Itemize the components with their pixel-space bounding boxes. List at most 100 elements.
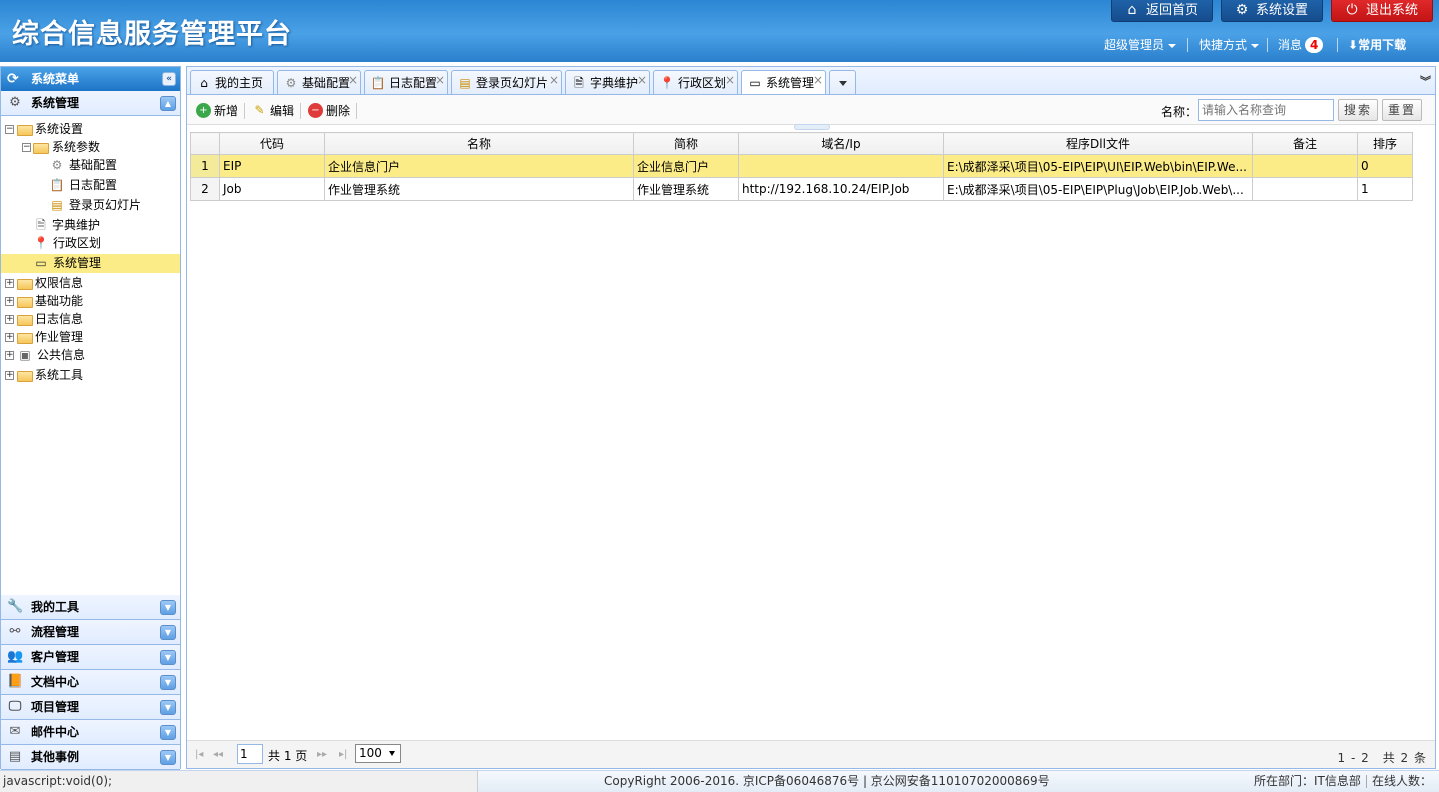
close-icon[interactable]: × xyxy=(813,68,823,92)
expand-icon[interactable]: + xyxy=(5,297,14,306)
total-pages: 共 1 页 xyxy=(268,749,308,763)
chevron-down-icon[interactable]: ▼ xyxy=(160,675,176,690)
expand-icon[interactable]: + xyxy=(5,351,14,360)
department: 所在部门：IT信息部 xyxy=(1254,774,1361,788)
search-button[interactable]: 搜索 xyxy=(1338,99,1378,121)
folder-open-icon xyxy=(17,125,33,136)
close-icon[interactable]: × xyxy=(549,68,559,92)
tree-node-login-slides[interactable]: ▤ 登录页幻灯片 xyxy=(1,196,180,215)
panel-projects[interactable]: 🖵 项目管理 ▼ xyxy=(1,695,180,720)
page-size-select[interactable]: 100 xyxy=(355,744,401,763)
panel-customers[interactable]: 👥 客户管理 ▼ xyxy=(1,645,180,670)
gear-icon: ⚙ xyxy=(285,76,297,90)
tab-basic-config[interactable]: ⚙ 基础配置 × xyxy=(277,70,361,95)
edit-button[interactable]: ✎ 编辑 xyxy=(252,102,294,120)
last-page-icon[interactable]: ▸| xyxy=(339,749,347,760)
tab-label: 我的主页 xyxy=(215,76,264,90)
cell-dll: E:\成都泽采\项目\05-EIP\EIP\UI\EIP.Web\bin\EIP… xyxy=(943,154,1253,178)
tab-list-dropdown[interactable] xyxy=(829,70,856,95)
sidebar-header: ⟳ 系统菜单 « xyxy=(1,67,180,91)
panel-my-tools[interactable]: 🔧 我的工具 ▼ xyxy=(1,595,180,620)
tab-log-config[interactable]: 📋 日志配置 × xyxy=(364,70,448,95)
column-header-order[interactable]: 排序 xyxy=(1357,132,1413,155)
table-row[interactable]: 2 Job 作业管理系统 作业管理系统 http://192.168.10.24… xyxy=(190,177,1413,201)
tree-node-public-info[interactable]: + ▣ 公共信息 xyxy=(1,346,180,365)
expand-icon[interactable]: + xyxy=(5,279,14,288)
home-icon: ⌂ xyxy=(200,76,208,90)
tree-node-job-management[interactable]: + 作业管理 xyxy=(1,328,180,347)
shortcuts-menu[interactable]: 快捷方式 xyxy=(1199,36,1260,54)
caret-down-icon xyxy=(389,751,395,756)
cell-name: 企业信息门户 xyxy=(324,154,634,178)
delete-button[interactable]: − 删除 xyxy=(308,102,350,120)
next-page-icon[interactable]: ▸▸ xyxy=(317,749,327,760)
tree-node-system-params[interactable]: − 系统参数 xyxy=(1,138,180,157)
tree-node-basic-functions[interactable]: + 基础功能 xyxy=(1,292,180,311)
collapse-icon[interactable]: − xyxy=(5,125,14,134)
tree-node-dictionary[interactable]: 🗎 字典维护 xyxy=(1,216,180,235)
panel-system-management[interactable]: ⚙ 系统管理 ▲ xyxy=(1,91,180,116)
tree-node-regions[interactable]: 📍 行政区划 xyxy=(1,234,180,253)
add-button[interactable]: + 新增 xyxy=(196,102,238,120)
tree-node-log-info[interactable]: + 日志信息 xyxy=(1,310,180,329)
collapse-sidebar-button[interactable]: « xyxy=(162,72,176,86)
search-input[interactable] xyxy=(1198,99,1334,121)
tab-regions[interactable]: 📍 行政区划 × xyxy=(653,70,738,95)
column-header-code[interactable]: 代码 xyxy=(219,132,325,155)
chevron-down-icon[interactable]: ▼ xyxy=(160,600,176,615)
tree-node-system-tools[interactable]: + 系统工具 xyxy=(1,366,180,385)
column-header-domain[interactable]: 域名/Ip xyxy=(738,132,944,155)
chevron-down-icon[interactable]: ▼ xyxy=(160,725,176,740)
chevron-up-icon[interactable]: ▲ xyxy=(160,96,176,111)
panel-other[interactable]: ▤ 其他事例 ▼ xyxy=(1,745,180,770)
messages-link[interactable]: 消息 4 xyxy=(1278,36,1324,54)
column-header-short[interactable]: 简称 xyxy=(633,132,739,155)
column-header-remark[interactable]: 备注 xyxy=(1252,132,1358,155)
prev-page-icon[interactable]: ◂◂ xyxy=(213,749,223,760)
close-icon[interactable]: × xyxy=(725,68,735,92)
expand-icon[interactable]: + xyxy=(5,333,14,342)
tree-node-system-management[interactable]: ▭ 系统管理 xyxy=(1,254,180,273)
close-icon[interactable]: × xyxy=(637,68,647,92)
chevron-down-icon[interactable]: ▼ xyxy=(160,650,176,665)
tab-login-slides[interactable]: ▤ 登录页幻灯片 × xyxy=(451,70,562,95)
close-icon[interactable]: × xyxy=(435,68,445,92)
chevron-down-icon[interactable]: ▼ xyxy=(160,700,176,715)
expand-icon[interactable]: + xyxy=(5,371,14,380)
power-icon: ⏻ xyxy=(1346,2,1358,18)
tree-node-basic-config[interactable]: ⚙ 基础配置 xyxy=(1,156,180,175)
tree-node-permissions[interactable]: + 权限信息 xyxy=(1,274,180,293)
page-number-input[interactable] xyxy=(237,744,263,764)
plus-circle-icon: + xyxy=(196,103,211,118)
tree-node-system-settings[interactable]: − 系统设置 xyxy=(1,120,180,139)
gear-icon: ⚙ xyxy=(51,158,63,172)
tab-dictionary[interactable]: 🗎 字典维护 × xyxy=(565,70,650,95)
column-header-dll[interactable]: 程序Dll文件 xyxy=(943,132,1253,155)
collapse-icon[interactable]: − xyxy=(22,143,31,152)
panel-mail[interactable]: ✉ 邮件中心 ▼ xyxy=(1,720,180,745)
user-menu[interactable]: 超级管理员 xyxy=(1104,36,1177,54)
downloads-link[interactable]: ⬇常用下载 xyxy=(1348,36,1406,54)
id-card-icon: ▣ xyxy=(19,348,31,362)
row-number: 2 xyxy=(190,177,220,201)
double-chevron-down-icon[interactable]: ︾ xyxy=(1420,73,1431,89)
chevron-down-icon[interactable]: ▼ xyxy=(160,625,176,640)
tab-system-management[interactable]: ▭ 系统管理 × xyxy=(741,70,826,96)
home-button[interactable]: ⌂ 返回首页 xyxy=(1111,0,1213,22)
close-icon[interactable]: × xyxy=(348,68,358,92)
reset-button[interactable]: 重置 xyxy=(1382,99,1422,121)
column-header-name[interactable]: 名称 xyxy=(324,132,634,155)
tree-node-log-config[interactable]: 📋 日志配置 xyxy=(1,176,180,195)
toolbar-collapse-handle[interactable] xyxy=(794,124,830,130)
folder-icon xyxy=(17,371,33,382)
cell-short: 企业信息门户 xyxy=(633,154,739,178)
system-settings-button[interactable]: ⚙ 系统设置 xyxy=(1221,0,1323,22)
first-page-icon[interactable]: |◂ xyxy=(195,749,203,760)
panel-documents[interactable]: 📙 文档中心 ▼ xyxy=(1,670,180,695)
table-row[interactable]: 1 EIP 企业信息门户 企业信息门户 E:\成都泽采\项目\05-EIP\EI… xyxy=(190,154,1413,178)
panel-workflow[interactable]: ⚯ 流程管理 ▼ xyxy=(1,620,180,645)
expand-icon[interactable]: + xyxy=(5,315,14,324)
chevron-down-icon[interactable]: ▼ xyxy=(160,750,176,765)
logout-button[interactable]: ⏻ 退出系统 xyxy=(1331,0,1433,22)
tab-my-home[interactable]: ⌂ 我的主页 xyxy=(190,70,274,95)
